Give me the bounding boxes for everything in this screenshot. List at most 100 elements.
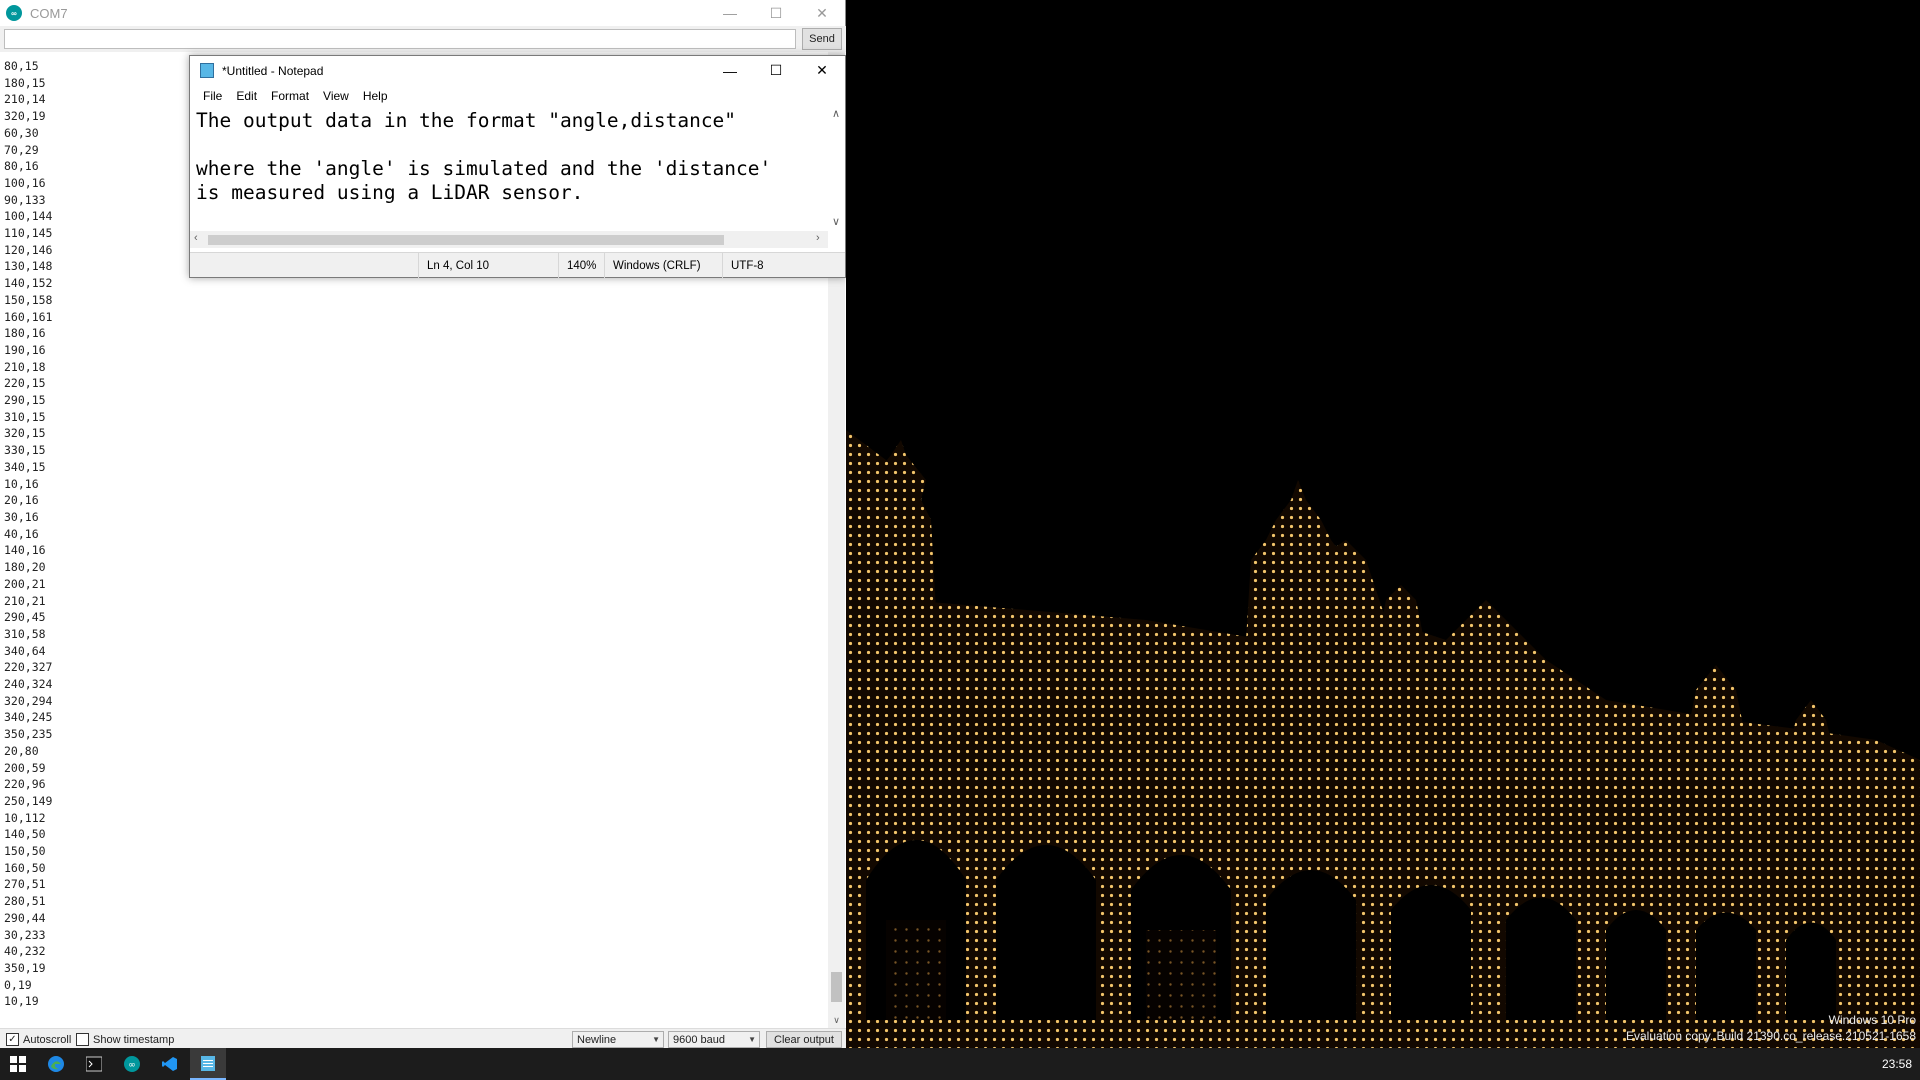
menu-edit[interactable]: Edit (229, 89, 264, 103)
clear-output-button[interactable]: Clear output (766, 1031, 842, 1048)
serial-output-line: 290,15 (4, 393, 46, 408)
serial-window-title: COM7 (30, 5, 68, 21)
text-line: where the 'angle' is simulated and the '… (196, 157, 772, 180)
serial-titlebar[interactable]: ∞ COM7 — ☐ ✕ (0, 0, 845, 26)
serial-output-line: 180,20 (4, 560, 46, 575)
serial-output-line: 40,232 (4, 944, 46, 959)
notepad-horizontal-scrollbar[interactable]: ‹ › (190, 231, 828, 248)
serial-output-line: 270,51 (4, 877, 46, 892)
serial-output-line: 320,15 (4, 426, 46, 441)
serial-output-line: 140,152 (4, 276, 53, 291)
status-cursor-position: Ln 4, Col 10 (418, 253, 489, 278)
serial-send-input[interactable] (4, 29, 796, 49)
serial-output-line: 150,50 (4, 844, 46, 859)
menu-help[interactable]: Help (356, 89, 395, 103)
menu-file[interactable]: File (196, 89, 229, 103)
send-bar: Send (0, 26, 846, 52)
serial-output-line: 140,16 (4, 543, 46, 558)
serial-output-line: 280,51 (4, 894, 46, 909)
notepad-title: *Untitled - Notepad (222, 63, 324, 78)
serial-output-line: 160,50 (4, 860, 46, 875)
status-line-endings: Windows (CRLF) (604, 253, 701, 278)
serial-output-line: 340,245 (4, 710, 53, 725)
scroll-down-arrow-icon[interactable]: ∨ (828, 1012, 845, 1028)
serial-output-line: 250,149 (4, 793, 53, 808)
taskbar: ∞ 23:58 (0, 1048, 1920, 1080)
close-button[interactable]: ✕ (799, 56, 845, 85)
serial-output-line: 210,14 (4, 92, 46, 107)
serial-output-line: 220,96 (4, 777, 46, 792)
send-button[interactable]: Send (802, 28, 842, 50)
autoscroll-checkbox[interactable]: ✓ (6, 1033, 19, 1046)
notepad-vertical-scrollbar[interactable]: ∧ ∨ (828, 107, 845, 231)
serial-footer: ✓ Autoscroll Show timestamp Newline ▼ 96… (0, 1028, 846, 1048)
serial-output-line: 30,233 (4, 927, 46, 942)
serial-output-line: 220,15 (4, 376, 46, 391)
serial-output-line: 30,16 (4, 509, 39, 524)
notepad-statusbar: Ln 4, Col 10 140% Windows (CRLF) UTF-8 (190, 252, 845, 278)
maximize-button[interactable]: ☐ (753, 56, 799, 85)
notepad-taskbar-icon[interactable] (190, 1048, 226, 1080)
autoscroll-toggle[interactable]: ✓ Autoscroll (6, 1033, 71, 1046)
menu-format[interactable]: Format (264, 89, 316, 103)
serial-output-line: 10,16 (4, 476, 39, 491)
serial-output-line: 20,80 (4, 743, 39, 758)
arduino-icon[interactable]: ∞ (114, 1048, 150, 1080)
serial-output-line: 200,59 (4, 760, 46, 775)
serial-output-line: 70,29 (4, 142, 39, 157)
serial-scroll-thumb[interactable] (831, 972, 842, 1002)
windows-start-icon[interactable] (0, 1048, 36, 1080)
chevron-down-icon: ▼ (748, 1035, 756, 1044)
autoscroll-label: Autoscroll (23, 1033, 72, 1046)
line-ending-select[interactable]: Newline ▼ (572, 1031, 664, 1048)
menu-view[interactable]: View (316, 89, 356, 103)
windows-watermark: Windows 10 Pro Evaluation copy. Build 21… (1626, 1012, 1916, 1044)
baud-rate-value: 9600 baud (673, 1033, 725, 1046)
notepad-menubar: File Edit Format View Help (190, 85, 845, 107)
edge-icon[interactable] (38, 1048, 74, 1080)
timestamp-checkbox[interactable] (76, 1033, 89, 1046)
scroll-up-arrow-icon[interactable]: ∧ (832, 107, 840, 120)
maximize-button[interactable]: ☐ (753, 0, 799, 26)
line-ending-value: Newline (577, 1033, 617, 1046)
serial-output-line: 200,21 (4, 576, 46, 591)
serial-output-line: 350,235 (4, 727, 53, 742)
serial-output-line: 10,112 (4, 810, 46, 825)
close-button[interactable]: ✕ (799, 0, 845, 26)
notepad-text-editor[interactable]: The output data in the format "angle,dis… (190, 107, 828, 231)
svg-text:∞: ∞ (128, 1061, 136, 1071)
serial-output-line: 100,144 (4, 209, 53, 224)
scroll-left-arrow-icon[interactable]: ‹ (194, 232, 198, 244)
notepad-window: *Untitled - Notepad — ☐ ✕ File Edit Form… (189, 55, 846, 278)
serial-output-line: 210,21 (4, 593, 46, 608)
horizontal-scroll-thumb[interactable] (208, 235, 724, 245)
minimize-button[interactable]: — (707, 0, 753, 26)
serial-output-line: 10,19 (4, 994, 39, 1009)
timestamp-toggle[interactable]: Show timestamp (76, 1033, 174, 1046)
scroll-right-arrow-icon[interactable]: › (816, 232, 820, 244)
serial-output-line: 180,15 (4, 75, 46, 90)
vscode-icon[interactable] (152, 1048, 188, 1080)
text-line: The output data in the format "angle,dis… (196, 109, 737, 132)
text-line (196, 133, 771, 157)
serial-output-line: 340,15 (4, 459, 46, 474)
serial-output-line: 160,161 (4, 309, 53, 324)
timestamp-label: Show timestamp (93, 1033, 175, 1046)
serial-output-line: 320,294 (4, 693, 53, 708)
terminal-icon[interactable] (76, 1048, 112, 1080)
serial-output-line: 130,148 (4, 259, 53, 274)
arduino-logo-icon: ∞ (6, 5, 22, 21)
minimize-button[interactable]: — (707, 56, 753, 85)
taskbar-clock[interactable]: 23:58 (1882, 1057, 1912, 1071)
watermark-build: Evaluation copy. Build 21390.co_release.… (1626, 1029, 1916, 1043)
serial-output-line: 120,146 (4, 242, 53, 257)
serial-output-line: 80,16 (4, 159, 39, 174)
baud-rate-select[interactable]: 9600 baud ▼ (668, 1031, 760, 1048)
serial-output-line: 210,18 (4, 359, 46, 374)
serial-output-line: 110,145 (4, 226, 53, 241)
serial-output-line: 290,44 (4, 910, 46, 925)
watermark-edition: Windows 10 Pro (1828, 1013, 1916, 1027)
scroll-down-arrow-icon[interactable]: ∨ (832, 215, 840, 228)
serial-output-line: 220,327 (4, 660, 53, 675)
notepad-titlebar[interactable]: *Untitled - Notepad — ☐ ✕ (190, 56, 845, 85)
